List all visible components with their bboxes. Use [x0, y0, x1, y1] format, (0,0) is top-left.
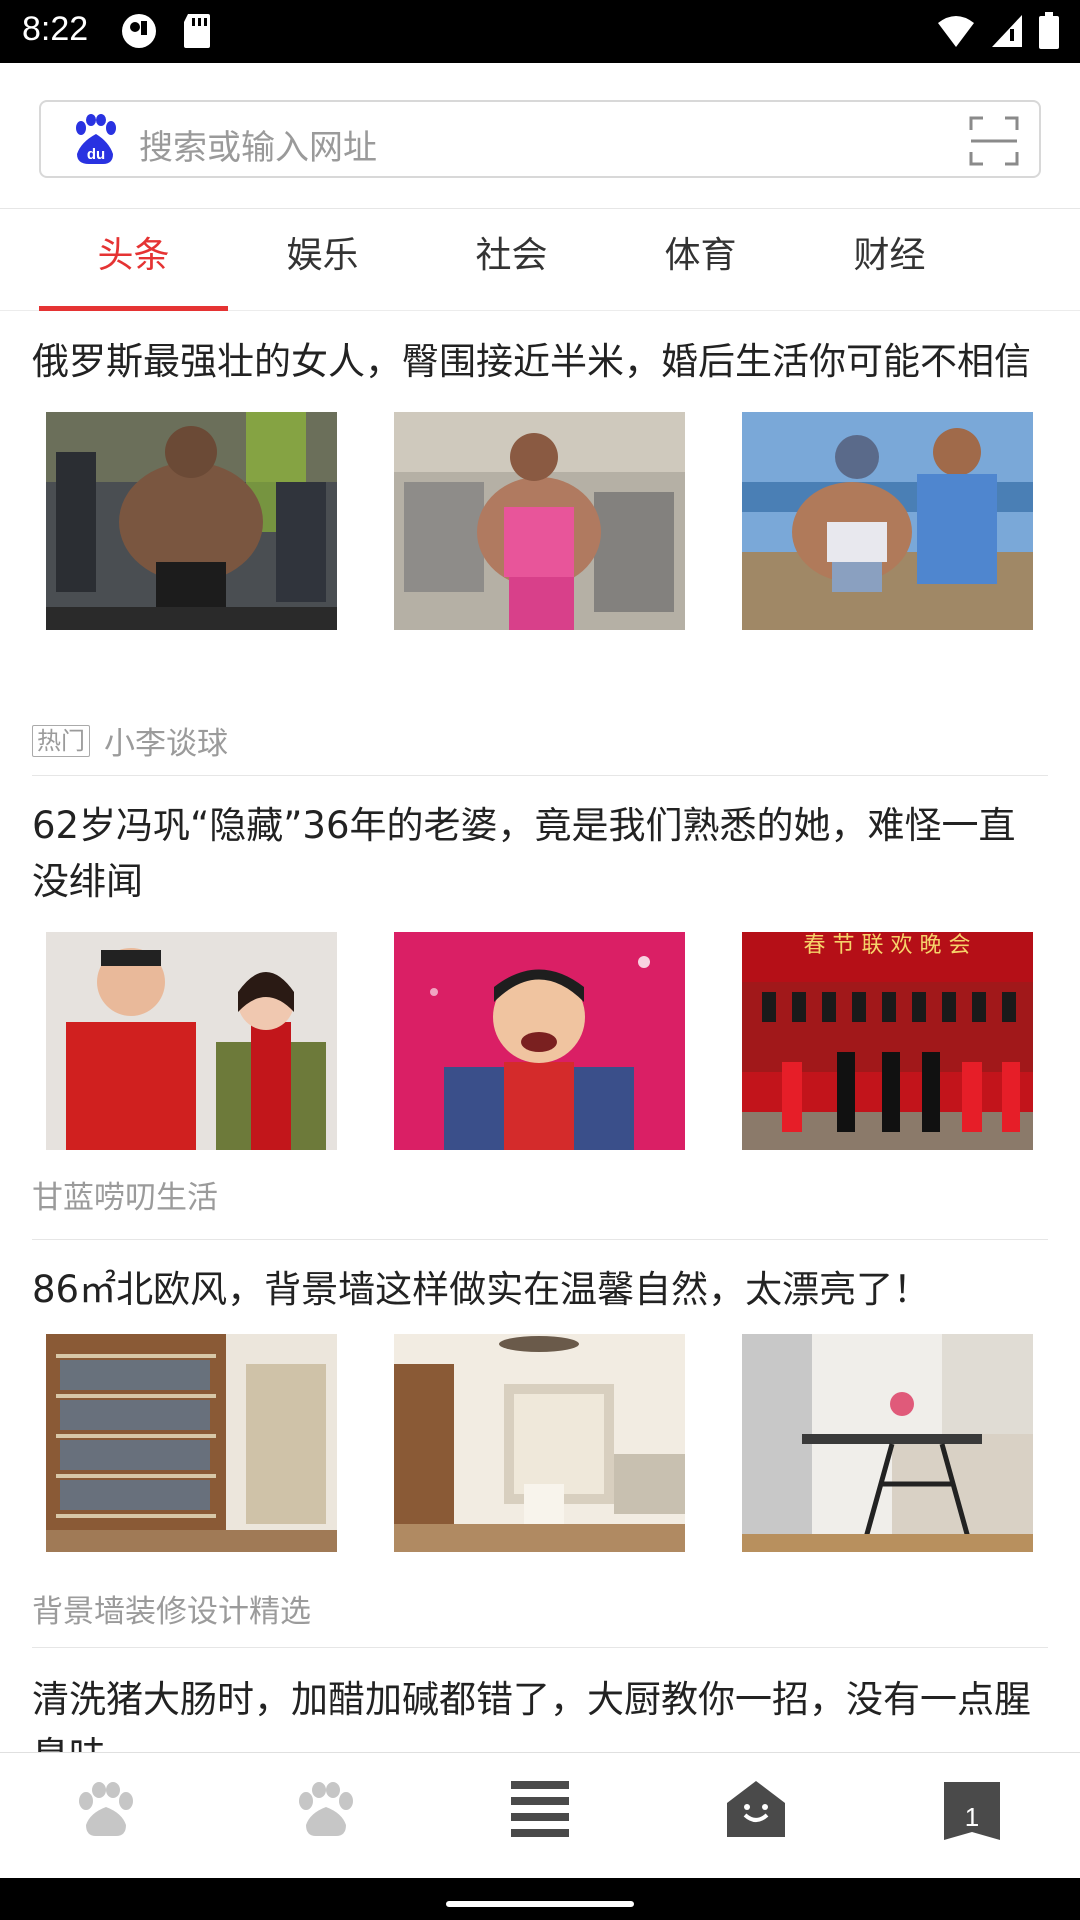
tab-society[interactable]: 社会: [417, 210, 606, 311]
svg-text:春 节 联 欢 晚 会: 春 节 联 欢 晚 会: [804, 933, 971, 958]
news-title[interactable]: 62岁冯巩“隐藏”36年的老婆，竟是我们熟悉的她，难怪一直没绯闻: [32, 798, 1048, 910]
news-meta: 背景墙装修设计精选: [32, 1586, 311, 1631]
status-time: 8:22: [22, 10, 89, 48]
wifi-icon: [936, 13, 976, 53]
bottom-navigation: 1: [0, 1752, 1080, 1878]
news-images: [46, 1334, 1048, 1552]
news-image[interactable]: [394, 1334, 685, 1552]
baidu-logo-icon: du: [69, 114, 121, 166]
news-source: 甘蓝唠叨生活: [32, 1180, 218, 1216]
news-title[interactable]: 俄罗斯最强壮的女人，臀围接近半米，婚后生活你可能不相信: [32, 334, 1048, 390]
news-meta: 热门 小李谈球: [32, 718, 228, 763]
news-image[interactable]: 春 节 联 欢 晚 会: [742, 932, 1033, 1150]
news-meta: 甘蓝唠叨生活: [32, 1172, 218, 1217]
search-input[interactable]: du 搜索或输入网址: [39, 100, 1041, 178]
menu-icon: [511, 1781, 569, 1841]
news-feed: 俄罗斯最强壮的女人，臀围接近半米，婚后生活你可能不相信 热门 小李谈球 62岁冯…: [0, 312, 1080, 1752]
news-image[interactable]: [394, 932, 685, 1150]
news-images: [46, 412, 1048, 630]
battery-icon: [1038, 12, 1060, 54]
news-source: 背景墙装修设计精选: [32, 1594, 311, 1630]
news-image[interactable]: [394, 412, 685, 630]
home-button[interactable]: [716, 1771, 796, 1851]
tab-sports[interactable]: 体育: [606, 210, 795, 311]
svg-text:du: du: [87, 146, 105, 163]
news-image[interactable]: [46, 1334, 337, 1552]
news-title[interactable]: 清洗猪大肠时，加醋加碱都错了，大厨教你一招，没有一点腥臭味: [32, 1672, 1048, 1752]
news-card[interactable]: 清洗猪大肠时，加醋加碱都错了，大厨教你一招，没有一点腥臭味: [32, 1648, 1048, 1752]
tab-count: 1: [964, 1802, 980, 1832]
tab-entertainment[interactable]: 娱乐: [228, 210, 417, 311]
cellular-signal-icon: [990, 13, 1024, 53]
news-card[interactable]: 86㎡北欧风，背景墙这样做实在温馨自然，太漂亮了！ 背景墙装修设计精选: [32, 1240, 1048, 1648]
news-image[interactable]: [46, 932, 337, 1150]
news-source: 小李谈球: [104, 726, 228, 762]
tabs-button[interactable]: 1: [932, 1771, 1012, 1851]
news-card[interactable]: 俄罗斯最强壮的女人，臀围接近半米，婚后生活你可能不相信 热门 小李谈球: [32, 334, 1048, 776]
home-gesture-handle[interactable]: [446, 1901, 634, 1907]
menu-button[interactable]: [500, 1771, 580, 1851]
news-card[interactable]: 62岁冯巩“隐藏”36年的老婆，竟是我们熟悉的她，难怪一直没绯闻 春 节 联 欢…: [32, 776, 1048, 1240]
scan-icon[interactable]: [969, 116, 1019, 166]
category-tabs: 头条 娱乐 社会 体育 财经: [0, 210, 1080, 311]
back-button[interactable]: [66, 1771, 146, 1851]
system-navigation-bar: [0, 1878, 1080, 1920]
search-placeholder: 搜索或输入网址: [139, 128, 377, 168]
app-notification-icon: [120, 12, 158, 54]
news-image[interactable]: [742, 1334, 1033, 1552]
tab-headlines[interactable]: 头条: [39, 210, 228, 311]
news-images: 春 节 联 欢 晚 会: [46, 932, 1048, 1150]
hot-badge: 热门: [32, 724, 90, 757]
home-icon: [727, 1781, 785, 1841]
news-title[interactable]: 86㎡北欧风，背景墙这样做实在温馨自然，太漂亮了！: [32, 1262, 1048, 1318]
news-image[interactable]: [742, 412, 1033, 630]
status-bar: 8:22: [0, 0, 1080, 63]
news-image[interactable]: [46, 412, 337, 630]
tab-finance[interactable]: 财经: [795, 210, 984, 311]
paw-icon: [296, 1781, 356, 1841]
paw-icon: [76, 1781, 136, 1841]
sd-card-icon: [182, 12, 212, 54]
tabs-icon: 1: [944, 1782, 1000, 1840]
forward-button[interactable]: [286, 1771, 366, 1851]
search-area: du 搜索或输入网址: [0, 63, 1080, 209]
